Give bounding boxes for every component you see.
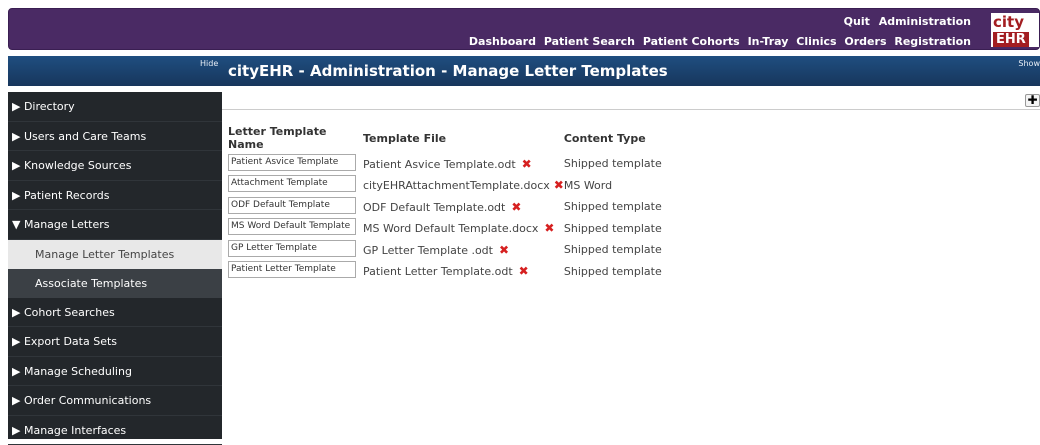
top-links: Quit Administration xyxy=(839,15,971,28)
template-file: GP Letter Template .odt xyxy=(363,244,493,257)
template-file: ODF Default Template.odt xyxy=(363,201,505,214)
sidebar-item-patient-records[interactable]: ▶ Patient Records xyxy=(8,181,222,211)
template-name-field[interactable]: GP Letter Template xyxy=(228,240,356,257)
delete-file-icon[interactable]: ✖ xyxy=(522,157,532,171)
sidebar-item-directory[interactable]: ▶ Directory xyxy=(8,92,222,122)
delete-file-icon[interactable]: ✖ xyxy=(544,221,554,235)
sidebar-subitem-manage-letter-templates[interactable]: Manage Letter Templates xyxy=(8,240,222,269)
table-row: Patient Letter Template Patient Letter T… xyxy=(228,261,662,283)
top-banner: Quit Administration Dashboard Patient Se… xyxy=(8,8,1040,50)
show-panel-link[interactable]: Show xyxy=(1018,59,1040,68)
main-content: ✚ Letter Template Name Template File Con… xyxy=(222,92,1040,439)
delete-file-icon[interactable]: ✖ xyxy=(499,243,509,257)
sidebar-subitem-associate-templates[interactable]: Associate Templates xyxy=(8,269,222,298)
template-name-field[interactable]: Patient Asvice Template xyxy=(228,154,356,171)
table-row: Attachment Template cityEHRAttachmentTem… xyxy=(228,175,662,197)
delete-file-icon[interactable]: ✖ xyxy=(554,178,564,192)
nav-patient-search[interactable]: Patient Search xyxy=(544,35,635,48)
template-name-field[interactable]: MS Word Default Template xyxy=(228,218,356,235)
sidebar-item-knowledge-sources[interactable]: ▶ Knowledge Sources xyxy=(8,151,222,181)
content-type: Shipped template xyxy=(564,153,662,175)
table-row: MS Word Default Template MS Word Default… xyxy=(228,218,662,240)
page-title: cityEHR - Administration - Manage Letter… xyxy=(228,62,668,80)
template-name-field[interactable]: ODF Default Template xyxy=(228,197,356,214)
add-template-button[interactable]: ✚ xyxy=(1025,94,1040,107)
main-nav: Dashboard Patient Search Patient Cohorts… xyxy=(465,35,971,48)
quit-link[interactable]: Quit xyxy=(844,15,870,28)
table-row: ODF Default Template ODF Default Templat… xyxy=(228,196,662,218)
column-header-content-type: Content Type xyxy=(564,123,662,153)
cityehr-logo: city EHR xyxy=(991,13,1039,47)
column-header-name: Letter Template Name xyxy=(228,123,359,153)
nav-dashboard[interactable]: Dashboard xyxy=(469,35,536,48)
toolbar: ✚ xyxy=(222,92,1040,110)
sidebar-item-order-communications[interactable]: ▶ Order Communications xyxy=(8,386,222,416)
nav-orders[interactable]: Orders xyxy=(844,35,886,48)
template-file: Patient Letter Template.odt xyxy=(363,265,513,278)
delete-file-icon[interactable]: ✖ xyxy=(511,200,521,214)
letter-templates-table: Letter Template Name Template File Conte… xyxy=(228,123,662,282)
sidebar: ▶ Directory ▶ Users and Care Teams ▶ Kno… xyxy=(8,92,222,439)
content-type: Shipped template xyxy=(564,196,662,218)
administration-link[interactable]: Administration xyxy=(879,15,971,28)
template-name-field[interactable]: Attachment Template xyxy=(228,175,356,192)
logo-city: city xyxy=(993,13,1024,31)
sidebar-item-export-data-sets[interactable]: ▶ Export Data Sets xyxy=(8,327,222,357)
nav-registration[interactable]: Registration xyxy=(894,35,971,48)
content-type: MS Word xyxy=(564,175,662,197)
table-row: GP Letter Template GP Letter Template .o… xyxy=(228,239,662,261)
nav-patient-cohorts[interactable]: Patient Cohorts xyxy=(643,35,740,48)
sidebar-item-cohort-searches[interactable]: ▶ Cohort Searches xyxy=(8,298,222,328)
content-type: Shipped template xyxy=(564,239,662,261)
template-file: Patient Asvice Template.odt xyxy=(363,158,516,171)
template-file: MS Word Default Template.docx xyxy=(363,222,538,235)
nav-clinics[interactable]: Clinics xyxy=(796,35,836,48)
column-header-file: Template File xyxy=(359,123,564,153)
sidebar-item-manage-scheduling[interactable]: ▶ Manage Scheduling xyxy=(8,357,222,387)
title-bar: Hide cityEHR - Administration - Manage L… xyxy=(8,56,1040,86)
sidebar-item-manage-letters[interactable]: ▼ Manage Letters xyxy=(8,210,222,240)
logo-ehr: EHR xyxy=(993,32,1029,47)
hide-sidebar-link[interactable]: Hide xyxy=(200,59,218,68)
table-row: Patient Asvice Template Patient Asvice T… xyxy=(228,153,662,175)
table-header-row: Letter Template Name Template File Conte… xyxy=(228,123,662,153)
content-type: Shipped template xyxy=(564,261,662,283)
template-file: cityEHRAttachmentTemplate.docx xyxy=(363,179,550,192)
nav-in-tray[interactable]: In-Tray xyxy=(748,35,789,48)
template-name-field[interactable]: Patient Letter Template xyxy=(228,261,356,278)
delete-file-icon[interactable]: ✖ xyxy=(519,264,529,278)
content-type: Shipped template xyxy=(564,218,662,240)
sidebar-item-users-and-care-teams[interactable]: ▶ Users and Care Teams xyxy=(8,122,222,152)
sidebar-item-manage-interfaces[interactable]: ▶ Manage Interfaces xyxy=(8,416,222,445)
